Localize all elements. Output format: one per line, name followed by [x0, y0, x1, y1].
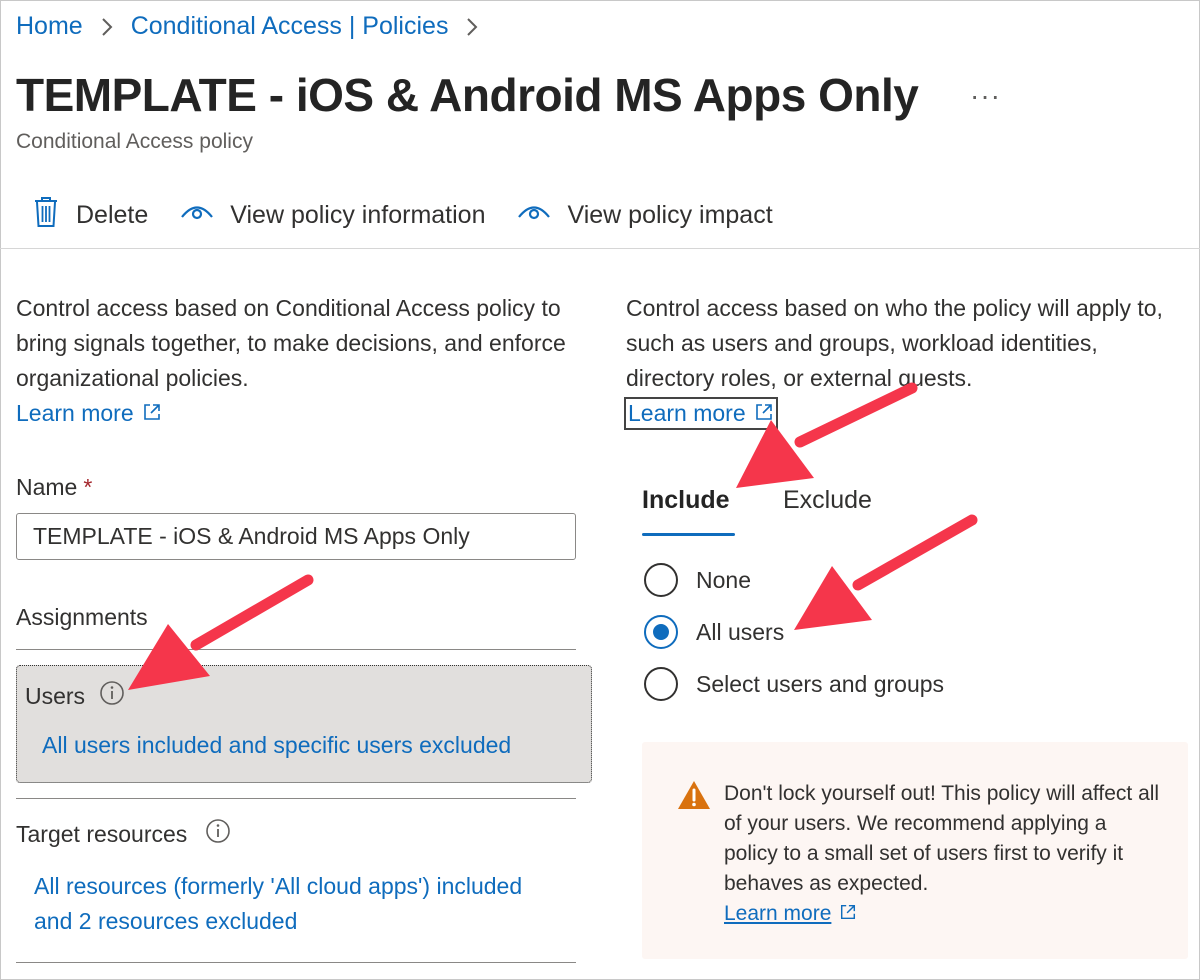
view-policy-impact-button[interactable]: View policy impact	[517, 200, 773, 231]
name-input[interactable]	[16, 513, 576, 560]
view-policy-information-button[interactable]: View policy information	[180, 200, 485, 231]
info-icon[interactable]	[99, 680, 125, 712]
assignments-heading: Assignments	[16, 604, 148, 630]
tab-selected-indicator	[642, 533, 735, 536]
radio-select-users-groups[interactable]: Select users and groups	[644, 667, 944, 701]
page-subtitle: Conditional Access policy	[16, 130, 253, 153]
command-bar: Delete View policy information View poli…	[32, 196, 805, 235]
target-resources-summary-link[interactable]: All resources (formerly 'All cloud apps'…	[34, 869, 554, 939]
radio-button[interactable]	[644, 563, 678, 597]
toolbar-divider	[0, 248, 1200, 249]
eye-icon	[517, 200, 567, 231]
users-assignment-card[interactable]: Users All users included and specific us…	[16, 665, 592, 783]
external-link-icon	[839, 900, 857, 930]
info-icon[interactable]	[205, 818, 231, 850]
right-learn-more-link[interactable]: Learn more	[624, 397, 778, 430]
radio-none[interactable]: None	[644, 563, 751, 597]
delete-button[interactable]: Delete	[32, 196, 148, 235]
external-link-icon	[754, 400, 774, 428]
radio-none-label: None	[696, 566, 751, 593]
view-policy-information-label: View policy information	[230, 201, 486, 229]
right-description-text: Control access based on who the policy w…	[626, 295, 1163, 391]
radio-button[interactable]	[644, 667, 678, 701]
learn-more-label: Learn more	[724, 902, 832, 925]
name-label: Name *	[16, 474, 92, 501]
left-description: Control access based on Conditional Acce…	[16, 291, 576, 432]
view-policy-impact-label: View policy impact	[567, 201, 773, 229]
warning-text: Don't lock yourself out! This policy wil…	[724, 779, 1164, 930]
eye-icon	[180, 200, 230, 231]
chevron-right-icon	[101, 17, 113, 37]
warning-message-bar: Don't lock yourself out! This policy wil…	[642, 742, 1188, 959]
left-learn-more-link[interactable]: Learn more	[16, 400, 162, 426]
target-resources-label: Target resources	[16, 818, 231, 850]
radio-dot	[653, 624, 669, 640]
left-description-text: Control access based on Conditional Acce…	[16, 295, 566, 391]
warning-text-content: Don't lock yourself out! This policy wil…	[724, 782, 1160, 895]
warning-icon	[677, 780, 711, 815]
chevron-right-icon	[466, 17, 478, 37]
page-title: TEMPLATE - iOS & Android MS Apps Only	[16, 69, 919, 121]
learn-more-label: Learn more	[628, 400, 746, 426]
target-resources-label-text: Target resources	[16, 820, 188, 847]
more-icon[interactable]: ···	[970, 80, 1001, 112]
warning-learn-more-link[interactable]: Learn more	[724, 902, 857, 925]
breadcrumb: Home Conditional Access | Policies	[16, 12, 496, 41]
right-description: Control access based on who the policy w…	[624, 291, 1186, 431]
breadcrumb-policies[interactable]: Conditional Access | Policies	[131, 12, 449, 41]
learn-more-label: Learn more	[16, 400, 134, 426]
users-label-text: Users	[25, 682, 86, 709]
required-mark: *	[83, 474, 93, 500]
external-link-icon	[142, 397, 162, 432]
trash-icon	[32, 196, 76, 235]
radio-button-checked[interactable]	[644, 615, 678, 649]
assignments-divider	[16, 649, 576, 650]
breadcrumb-home[interactable]: Home	[16, 12, 83, 41]
target-resources-divider	[16, 962, 576, 963]
delete-label: Delete	[76, 201, 149, 229]
radio-all-users[interactable]: All users	[644, 615, 784, 649]
tab-include[interactable]: Include	[642, 486, 730, 515]
users-summary-link[interactable]: All users included and specific users ex…	[42, 732, 511, 759]
radio-select-users-label: Select users and groups	[696, 670, 945, 697]
name-label-text: Name	[16, 474, 78, 500]
radio-all-users-label: All users	[696, 618, 785, 645]
users-divider	[16, 798, 576, 799]
tab-exclude[interactable]: Exclude	[783, 486, 872, 515]
users-label: Users	[25, 680, 125, 712]
